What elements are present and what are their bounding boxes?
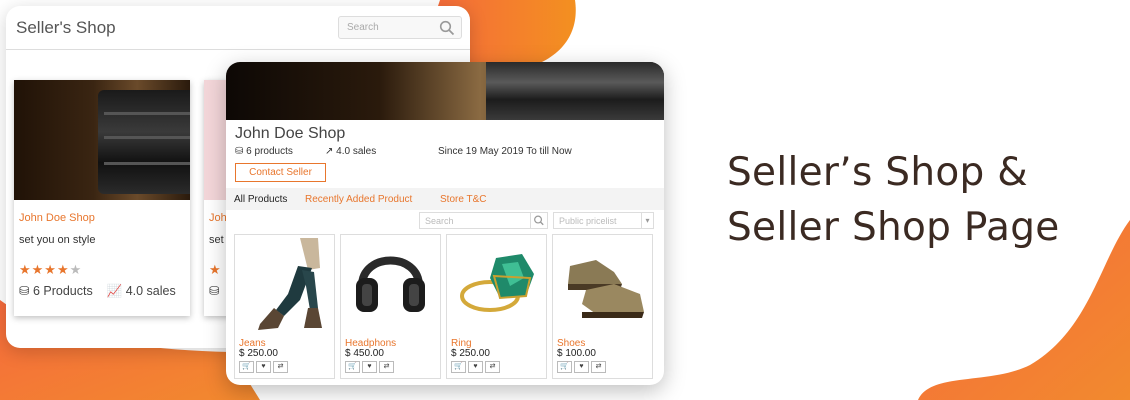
shop-card[interactable]: John Doe Shop set you on style ★★★★★ ⛁ 6… <box>14 80 190 316</box>
tab-recently-added[interactable]: Recently Added Product <box>305 194 412 205</box>
shop-tagline-2: set <box>209 234 224 246</box>
boxes-icon: ⛁ <box>19 284 30 298</box>
tab-store-tc[interactable]: Store T&C <box>440 194 487 205</box>
compare-icon[interactable]: ⇄ <box>379 361 394 373</box>
shop-tabs: All Products Recently Added Product Stor… <box>226 188 664 210</box>
search-icon[interactable] <box>439 20 455 36</box>
since-date: Since 19 May 2019 To till Now <box>438 146 572 157</box>
search-placeholder: Search <box>347 22 379 33</box>
headline-line-2: Seller Shop Page <box>727 205 1060 250</box>
cart-icon[interactable]: 🛒 <box>239 361 254 373</box>
headline-line-1: Seller’s Shop & <box>727 150 1028 195</box>
shop-name-link[interactable]: John Doe Shop <box>19 212 95 224</box>
trend-icon: ↗ <box>325 146 334 157</box>
products-meta: ⛁ 6 products <box>235 146 293 157</box>
shop-stats: ⛁ 6 Products 📈 4.0 sales <box>19 283 176 299</box>
search-input[interactable]: Search <box>338 16 462 39</box>
shop-title: John Doe Shop <box>235 125 346 142</box>
product-tile[interactable]: Jeans $ 250.00 🛒 ♥ ⇄ <box>234 234 335 379</box>
heart-icon[interactable]: ♥ <box>468 361 483 373</box>
camera-lens-image <box>14 80 190 200</box>
shop-tagline: set you on style <box>19 234 96 246</box>
product-tile[interactable]: Ring $ 250.00 🛒 ♥ ⇄ <box>446 234 547 379</box>
shop-stats-2: ⛁ <box>209 283 219 298</box>
shoes-image <box>556 238 649 333</box>
sales-count: 4.0 sales <box>336 146 377 157</box>
ring-image <box>450 238 543 333</box>
product-price: $ 450.00 <box>345 348 384 359</box>
sales-meta: ↗ 4.0 sales <box>325 146 376 157</box>
chevron-down-icon[interactable]: ▾ <box>641 213 653 228</box>
compare-icon[interactable]: ⇄ <box>591 361 606 373</box>
contact-seller-button[interactable]: Contact Seller <box>235 163 326 182</box>
back-header: Seller's Shop Search <box>6 6 470 50</box>
pricelist-placeholder: Public pricelist <box>559 216 617 226</box>
product-price: $ 250.00 <box>239 348 278 359</box>
products-count: 6 Products <box>32 284 93 298</box>
boxes-icon: ⛁ <box>235 146 244 157</box>
compare-icon[interactable]: ⇄ <box>485 361 500 373</box>
product-tile[interactable]: Shoes $ 100.00 🛒 ♥ ⇄ <box>552 234 653 379</box>
seller-shop-page-window: John Doe Shop ⛁ 6 products ↗ 4.0 sales S… <box>226 62 664 385</box>
product-price: $ 250.00 <box>451 348 490 359</box>
cart-icon[interactable]: 🛒 <box>557 361 572 373</box>
rating-stars: ★★★★★ <box>19 262 82 278</box>
product-search-input[interactable]: Search <box>419 212 548 229</box>
product-price: $ 100.00 <box>557 348 596 359</box>
products-count: 6 products <box>246 146 293 157</box>
sales-count: 4.0 sales <box>125 284 176 298</box>
pricelist-select[interactable]: Public pricelist ▾ <box>553 212 654 229</box>
trend-icon: 📈 <box>106 284 123 298</box>
star-empty-icon: ★ <box>69 262 83 277</box>
page-title: Seller's Shop <box>16 18 116 37</box>
tab-all-products[interactable]: All Products <box>234 194 287 205</box>
headphones-image <box>344 238 437 333</box>
cart-icon[interactable]: 🛒 <box>451 361 466 373</box>
search-icon[interactable] <box>530 213 547 228</box>
rating-stars-2: ★ <box>209 262 222 277</box>
compare-icon[interactable]: ⇄ <box>273 361 288 373</box>
shop-banner-image <box>226 62 664 120</box>
cart-icon[interactable]: 🛒 <box>345 361 360 373</box>
jeans-image <box>238 238 331 333</box>
heart-icon[interactable]: ♥ <box>362 361 377 373</box>
star-icon: ★★★★ <box>19 262 70 277</box>
boxes-icon: ⛁ <box>209 284 220 298</box>
search-placeholder: Search <box>425 216 454 226</box>
heart-icon[interactable]: ♥ <box>256 361 271 373</box>
heart-icon[interactable]: ♥ <box>574 361 589 373</box>
product-tile[interactable]: Headphons $ 450.00 🛒 ♥ ⇄ <box>340 234 441 379</box>
shop-name-link-2[interactable]: Joh <box>209 212 227 224</box>
